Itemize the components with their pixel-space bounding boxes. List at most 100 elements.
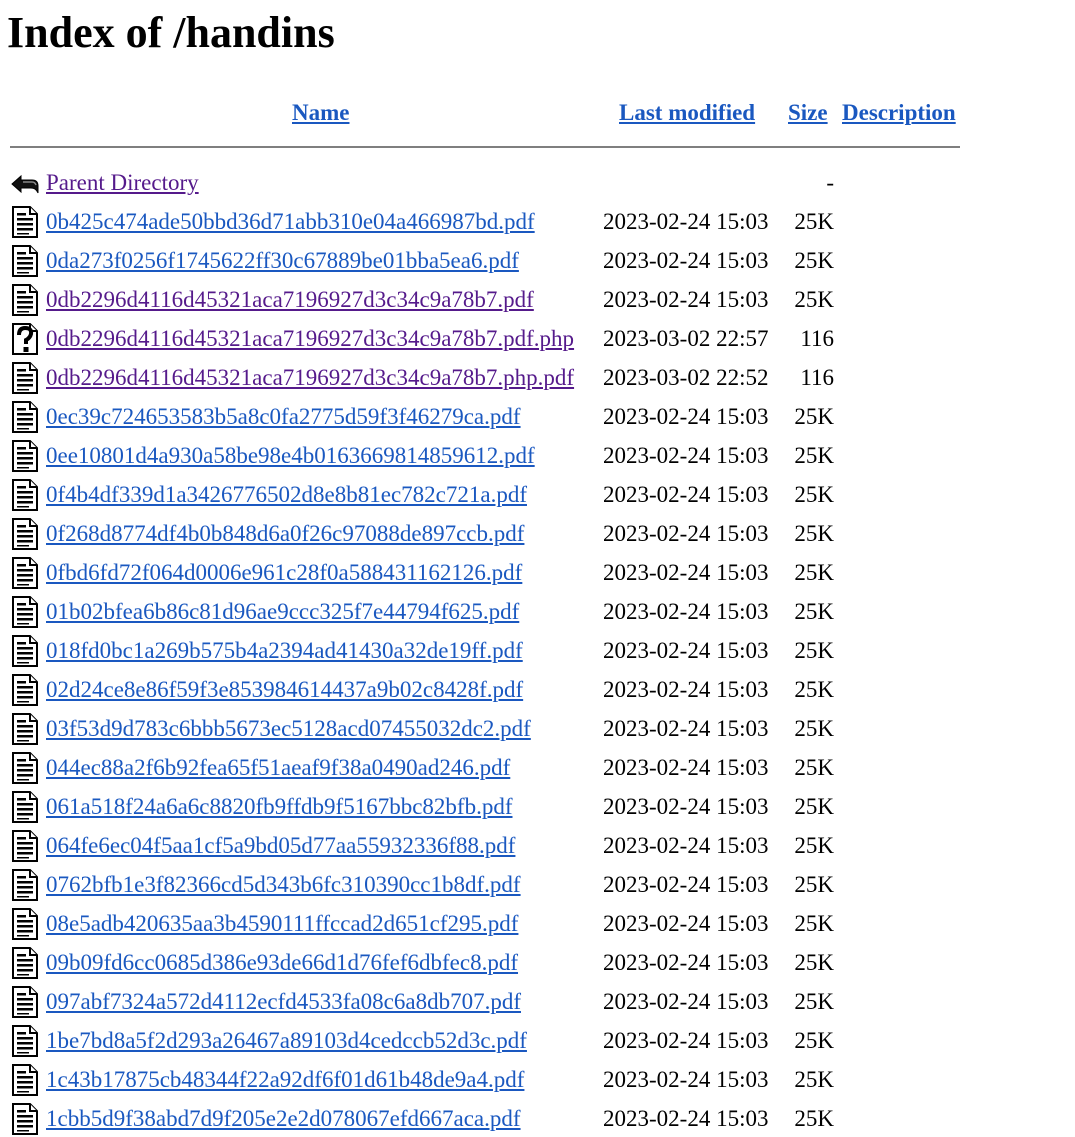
file-link[interactable]: 1c43b17875cb48344f22a92df6f01d61b48de9a4… [46,1065,524,1095]
size-cell: 25K [794,872,834,897]
file-link[interactable]: 1be7bd8a5f2d293a26467a89103d4cedccb52d3c… [46,1026,527,1056]
last-modified-cell: 2023-02-24 15:03 [603,1028,769,1053]
file-link[interactable]: 0f4b4df339d1a3426776502d8e8b81ec782c721a… [46,480,527,510]
size-cell: 25K [794,248,834,273]
size-cell: 25K [794,755,834,780]
file-link[interactable]: 0ee10801d4a930a58be98e4b0163669814859612… [46,441,535,471]
text-file-icon [10,284,40,316]
text-file-icon [10,674,40,706]
text-file-icon [10,908,40,940]
file-link[interactable]: 044ec88a2f6b92fea65f51aeaf9f38a0490ad246… [46,753,510,783]
table-row: 061a518f24a6a6c8820fb9ffdb9f5167bbc82bfb… [0,788,1000,827]
sort-by-name-link[interactable]: Name [292,100,349,125]
text-file-icon [10,635,40,667]
file-link[interactable]: 01b02bfea6b86c81d96ae9ccc325f7e44794f625… [46,597,519,627]
last-modified-cell: 2023-02-24 15:03 [603,560,769,585]
size-cell: 25K [794,989,834,1014]
last-modified-cell: 2023-02-24 15:03 [603,755,769,780]
last-modified-cell: 2023-02-24 15:03 [603,443,769,468]
table-row: 018fd0bc1a269b575b4a2394ad41430a32de19ff… [0,632,1000,671]
table-row: 0762bfb1e3f82366cd5d343b6fc310390cc1b8df… [0,866,1000,905]
last-modified-cell: 2023-02-24 15:03 [603,872,769,897]
size-cell: 25K [794,482,834,507]
sort-by-size-link[interactable]: Size [788,100,828,125]
size-cell: 25K [794,599,834,624]
table-row: 0fbd6fd72f064d0006e961c28f0a588431162126… [0,554,1000,593]
parent-directory-link[interactable]: Parent Directory [46,168,199,198]
text-file-icon [10,1103,40,1135]
file-link[interactable]: 018fd0bc1a269b575b4a2394ad41430a32de19ff… [46,636,523,666]
parent-directory-row: Parent Directory - [0,164,1000,203]
file-listing: Parent Directory - 0b425c474ade50bbd36d71a… [0,164,1000,1137]
size-cell: 25K [794,443,834,468]
last-modified-cell: 2023-02-24 15:03 [603,599,769,624]
last-modified-cell: 2023-02-24 15:03 [603,638,769,663]
table-row: 0f4b4df339d1a3426776502d8e8b81ec782c721a… [0,476,1000,515]
last-modified-cell: 2023-02-24 15:03 [603,482,769,507]
text-file-icon [10,596,40,628]
last-modified-cell: 2023-03-02 22:57 [603,326,769,351]
file-link[interactable]: 0b425c474ade50bbd36d71abb310e04a466987bd… [46,207,535,237]
file-link[interactable]: 1cbb5d9f38abd7d9f205e2e2d078067efd667aca… [46,1104,521,1134]
file-link[interactable]: 0ec39c724653583b5a8c0fa2775d59f3f46279ca… [46,402,521,432]
size-cell: 116 [800,326,834,351]
size-cell: 25K [794,521,834,546]
file-link[interactable]: 061a518f24a6a6c8820fb9ffdb9f5167bbc82bfb… [46,792,513,822]
sort-by-description-link[interactable]: Description [842,100,956,125]
file-link[interactable]: 0db2296d4116d45321aca7196927d3c34c9a78b7… [46,324,574,354]
size-cell: 25K [794,911,834,936]
text-file-icon [10,362,40,394]
table-row: 0ec39c724653583b5a8c0fa2775d59f3f46279ca… [0,398,1000,437]
file-link[interactable]: 09b09fd6cc0685d386e93de66d1d76fef6dbfec8… [46,948,518,978]
unknown-file-icon [10,323,40,355]
file-link[interactable]: 0db2296d4116d45321aca7196927d3c34c9a78b7… [46,285,534,315]
size-cell: 25K [794,1106,834,1131]
table-row: 097abf7324a572d4112ecfd4533fa08c6a8db707… [0,983,1000,1022]
size-cell: - [826,170,834,195]
size-cell: 116 [800,365,834,390]
last-modified-cell: 2023-02-24 15:03 [603,833,769,858]
size-cell: 25K [794,950,834,975]
text-file-icon [10,752,40,784]
table-row: 0db2296d4116d45321aca7196927d3c34c9a78b7… [0,320,1000,359]
file-link[interactable]: 0fbd6fd72f064d0006e961c28f0a588431162126… [46,558,522,588]
file-link[interactable]: 0762bfb1e3f82366cd5d343b6fc310390cc1b8df… [46,870,521,900]
last-modified-cell: 2023-02-24 15:03 [603,1106,769,1131]
size-cell: 25K [794,560,834,585]
text-file-icon [10,1064,40,1096]
text-file-icon [10,947,40,979]
table-row: 0db2296d4116d45321aca7196927d3c34c9a78b7… [0,359,1000,398]
last-modified-cell: 2023-02-24 15:03 [603,248,769,273]
text-file-icon [10,518,40,550]
size-cell: 25K [794,638,834,663]
text-file-icon [10,206,40,238]
file-link[interactable]: 0db2296d4116d45321aca7196927d3c34c9a78b7… [46,363,574,393]
file-link[interactable]: 097abf7324a572d4112ecfd4533fa08c6a8db707… [46,987,521,1017]
file-link[interactable]: 0f268d8774df4b0b848d6a0f26c97088de897ccb… [46,519,524,549]
last-modified-cell: 2023-02-24 15:03 [603,209,769,234]
file-link[interactable]: 064fe6ec04f5aa1cf5a9bd05d77aa55932336f88… [46,831,515,861]
table-row: 02d24ce8e86f59f3e853984614437a9b02c8428f… [0,671,1000,710]
file-link[interactable]: 03f53d9d783c6bbb5673ec5128acd07455032dc2… [46,714,531,744]
size-cell: 25K [794,1028,834,1053]
file-link[interactable]: 08e5adb420635aa3b4590111ffccad2d651cf295… [46,909,518,939]
last-modified-cell: 2023-02-24 15:03 [603,716,769,741]
text-file-icon [10,713,40,745]
file-link[interactable]: 02d24ce8e86f59f3e853984614437a9b02c8428f… [46,675,523,705]
column-header-name: Name [292,96,349,130]
page-title: Index of /handins [7,8,335,57]
table-row: 03f53d9d783c6bbb5673ec5128acd07455032dc2… [0,710,1000,749]
sort-by-last-modified-link[interactable]: Last modified [619,100,755,125]
last-modified-cell: 2023-02-24 15:03 [603,521,769,546]
table-row: 0db2296d4116d45321aca7196927d3c34c9a78b7… [0,281,1000,320]
size-cell: 25K [794,677,834,702]
table-row: 064fe6ec04f5aa1cf5a9bd05d77aa55932336f88… [0,827,1000,866]
text-file-icon [10,869,40,901]
size-cell: 25K [794,716,834,741]
table-row: 0da273f0256f1745622ff30c67889be01bba5ea6… [0,242,1000,281]
text-file-icon [10,245,40,277]
size-cell: 25K [794,404,834,429]
table-row: 0b425c474ade50bbd36d71abb310e04a466987bd… [0,203,1000,242]
file-link[interactable]: 0da273f0256f1745622ff30c67889be01bba5ea6… [46,246,519,276]
table-row: 09b09fd6cc0685d386e93de66d1d76fef6dbfec8… [0,944,1000,983]
